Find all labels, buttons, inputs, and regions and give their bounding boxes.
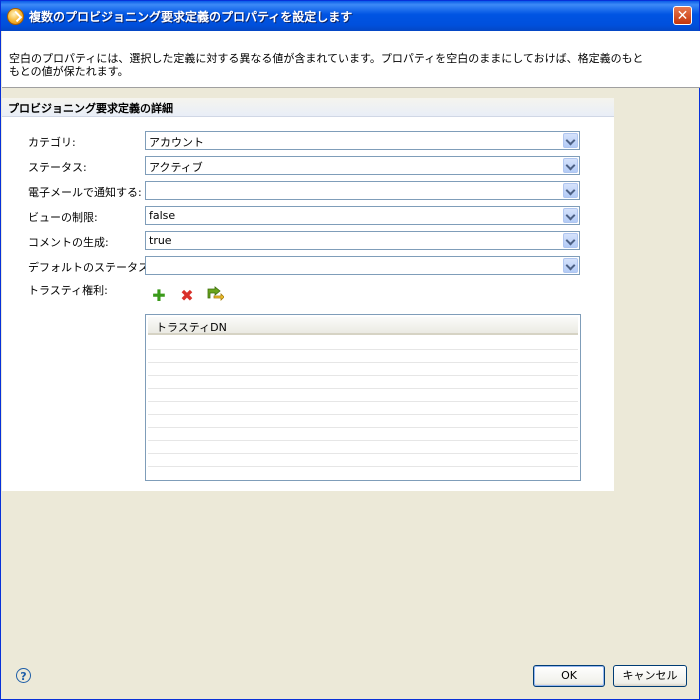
title-bar[interactable]: 複数のプロビジョニング要求定義のプロパティを設定します ✕ (1, 1, 699, 31)
row-divider (148, 414, 578, 415)
status-value: アクティブ (149, 161, 203, 174)
ok-button[interactable]: OK (533, 665, 605, 687)
view-restriction-label: ビューの制限: (28, 211, 98, 224)
category-select[interactable]: アカウント (145, 131, 580, 150)
column-header-trustee-dn[interactable]: トラスティDN (156, 319, 227, 335)
cancel-button[interactable]: キャンセル (613, 665, 687, 687)
delete-icon[interactable]: ✖ (179, 288, 195, 304)
info-message: 空白のプロパティには、選択した定義に対する異なる値が含まれています。プロパティを… (9, 52, 644, 78)
table-header[interactable]: トラスティDN (148, 317, 578, 335)
help-icon[interactable]: ? (16, 668, 31, 683)
chevron-down-icon[interactable] (563, 183, 578, 198)
chevron-down-icon[interactable] (563, 133, 578, 148)
row-divider (148, 362, 578, 363)
edit-icon[interactable] (206, 285, 225, 301)
chevron-down-icon[interactable] (563, 233, 578, 248)
window-title: 複数のプロビジョニング要求定義のプロパティを設定します (29, 10, 353, 24)
row-divider (148, 388, 578, 389)
chevron-down-icon[interactable] (563, 208, 578, 223)
view-restriction-value: false (149, 209, 176, 222)
generate-comment-label: コメントの生成: (28, 236, 109, 249)
row-divider (148, 466, 578, 467)
trustee-rights-label: トラスティ権利: (28, 284, 108, 297)
default-status-select[interactable] (145, 256, 580, 275)
chevron-down-icon[interactable] (563, 258, 578, 273)
app-icon (7, 8, 24, 25)
section-header: プロビジョニング要求定義の詳細 (2, 98, 614, 117)
row-divider (148, 375, 578, 376)
row-divider (148, 427, 578, 428)
generate-comment-value: true (149, 234, 172, 247)
chevron-down-icon[interactable] (563, 158, 578, 173)
category-value: アカウント (149, 136, 204, 149)
add-icon[interactable]: ✚ (151, 288, 167, 304)
row-divider (148, 453, 578, 454)
email-notify-select[interactable] (145, 181, 580, 200)
category-label: カテゴリ: (28, 136, 76, 149)
trustee-table[interactable]: トラスティDN (145, 314, 581, 481)
view-restriction-select[interactable]: false (145, 206, 580, 225)
status-select[interactable]: アクティブ (145, 156, 580, 175)
generate-comment-select[interactable]: true (145, 231, 580, 250)
default-status-label: デフォルトのステータス: (28, 261, 153, 274)
section-title: プロビジョニング要求定義の詳細 (8, 102, 173, 115)
dialog-window: 複数のプロビジョニング要求定義のプロパティを設定します ✕ 空白のプロパティには… (0, 0, 700, 700)
close-button[interactable]: ✕ (673, 6, 692, 25)
email-notify-label: 電子メールで通知する: (28, 186, 142, 199)
status-label: ステータス: (28, 161, 87, 174)
info-panel: 空白のプロパティには、選択した定義に対する異なる値が含まれています。プロパティを… (2, 31, 700, 88)
row-divider (148, 440, 578, 441)
row-divider (148, 349, 578, 350)
row-divider (148, 401, 578, 402)
